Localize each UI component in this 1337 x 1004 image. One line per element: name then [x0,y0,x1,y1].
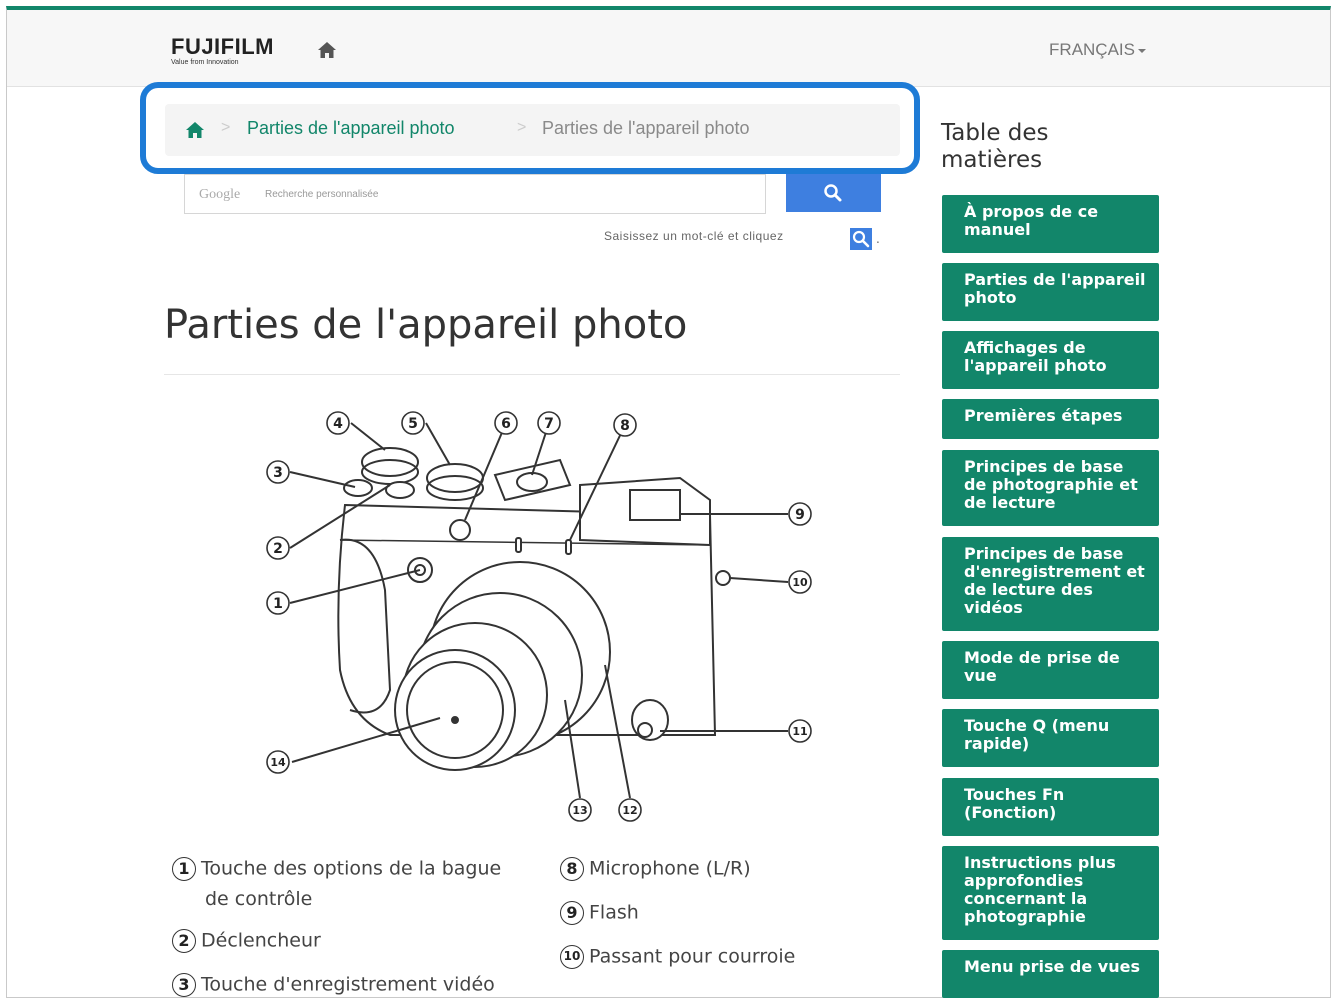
diagram-label-14: 14 [266,750,290,774]
legend-number: 9 [560,901,584,925]
fujifilm-logo[interactable]: FUJIFILM Value from Innovation [171,34,274,67]
legend-text: Microphone (L/R) [589,857,751,880]
legend-text: Touche des options de la bague [201,857,502,880]
search-placeholder: Recherche personnalisée [265,189,379,200]
legend-item: 2 Déclencheur [172,929,321,953]
language-dropdown[interactable]: FRANÇAIS [1049,40,1146,60]
legend-item: 8 Microphone (L/R) [560,857,751,881]
legend-text: Déclencheur [201,929,321,952]
toc-item-displays[interactable]: Affichages de l'appareil photo [942,331,1159,389]
breadcrumb-separator-icon: > [517,119,527,136]
toc-item-shooting-mode[interactable]: Mode de prise de vue [942,641,1159,699]
breadcrumb: > Parties de l'appareil photo > Parties … [165,104,900,156]
search-input[interactable]: Google Recherche personnalisée [184,174,766,214]
legend-text: Touche d'enregistrement vidéo [201,973,495,996]
toc-item-photo-basics[interactable]: Principes de base de photographie et de … [942,450,1159,526]
toc-title-line: Table des [941,120,1049,146]
toc-item-shooting-menu[interactable]: Menu prise de vues [942,950,1159,998]
toc-item-parts[interactable]: Parties de l'appareil photo [942,263,1159,321]
svg-text:12: 12 [622,804,637,817]
legend-text-continued: de contrôle [205,888,313,910]
toc-item-advanced-photography[interactable]: Instructions plus approfondies concernan… [942,846,1159,940]
toc-title-line: matières [941,147,1043,173]
legend-item: 3 Touche d'enregistrement vidéo [172,973,495,997]
legend-item: 1 Touche des options de la bague [172,857,501,881]
logo-wordmark: FUJIFILM [171,34,274,59]
svg-text:5: 5 [408,416,418,432]
logo-tagline: Value from Innovation [171,59,239,66]
breadcrumb-home-icon[interactable] [185,120,205,140]
diagram-label-7: 7 [537,411,561,435]
search-hint-period: . [876,232,880,246]
top-navbar: FUJIFILM Value from Innovation FRANÇAIS [7,10,1330,87]
diagram-label-12: 12 [618,798,642,822]
toc-item-fn-buttons[interactable]: Touches Fn (Fonction) [942,778,1159,836]
diagram-label-6: 6 [494,411,518,435]
svg-text:14: 14 [270,756,286,769]
search-hint: Saisissez un mot-clé et cliquez [604,229,784,243]
svg-text:4: 4 [333,416,343,432]
toc-title: Table des matières [941,120,1049,174]
breadcrumb-link[interactable]: Parties de l'appareil photo [247,118,455,139]
svg-text:8: 8 [620,418,630,434]
diagram-label-2: 2 [266,536,290,560]
diagram-label-10: 10 [788,570,812,594]
search-icon [824,184,842,202]
svg-text:6: 6 [501,416,511,432]
diagram-label-1: 1 [266,591,290,615]
breadcrumb-separator-icon: > [221,119,231,136]
diagram-label-9: 9 [788,502,812,526]
toc-item-q-button[interactable]: Touche Q (menu rapide) [942,709,1159,767]
diagram-label-4: 4 [326,411,350,435]
svg-text:9: 9 [795,507,805,523]
toc-item-video-basics[interactable]: Principes de base d'enregistrement et de… [942,537,1159,631]
legend-item: 9 Flash [560,901,639,925]
diagram-label-13: 13 [568,798,592,822]
language-label: FRANÇAIS [1049,40,1135,59]
page-title: Parties de l'appareil photo [164,302,688,348]
svg-text:7: 7 [544,416,554,432]
search-hint-icon [850,228,872,250]
legend-text: Flash [589,901,639,924]
svg-text:2: 2 [273,541,283,557]
svg-text:1: 1 [273,596,283,612]
toc-item-about[interactable]: À propos de ce manuel [942,195,1159,253]
legend-number: 8 [560,857,584,881]
legend-item: 10 Passant pour courroie [560,945,795,969]
caret-down-icon [1138,48,1146,53]
toc-item-first-steps[interactable]: Premières étapes [942,399,1159,439]
diagram-label-11: 11 [788,719,812,743]
title-divider [164,374,900,375]
google-label: Google [199,187,241,202]
home-icon[interactable] [317,40,337,60]
breadcrumb-current: Parties de l'appareil photo [542,118,750,138]
diagram-label-8: 8 [613,413,637,437]
legend-number: 3 [172,973,196,997]
search-button[interactable] [786,174,881,212]
svg-text:3: 3 [273,465,283,481]
diagram-label-5: 5 [401,411,425,435]
legend-text: Passant pour courroie [589,945,796,968]
camera-diagram: 1 2 3 4 5 6 7 8 9 10 11 12 13 14 [266,411,812,822]
legend-number: 1 [172,857,196,881]
legend-number: 10 [560,945,584,969]
svg-text:11: 11 [792,725,807,738]
diagram-label-3: 3 [266,460,290,484]
legend-number: 2 [172,929,196,953]
svg-text:13: 13 [572,804,587,817]
svg-text:10: 10 [792,576,808,589]
